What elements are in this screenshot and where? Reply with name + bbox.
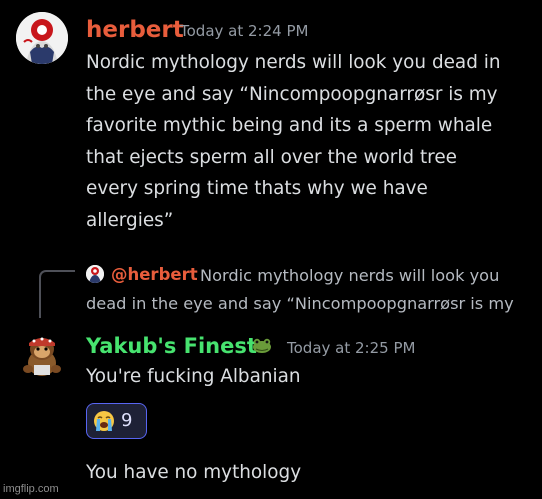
message-line: Nordic mythology nerds will look you dea…	[86, 52, 501, 73]
reaction-button[interactable]: 9	[86, 403, 147, 439]
timestamp: Today at 2:25 PM	[287, 339, 416, 357]
reply-preview-text[interactable]: dead in the eye and say “Nincompoopgnarr…	[86, 291, 514, 317]
frog-icon	[251, 336, 273, 354]
reply-mention[interactable]: @herbert	[111, 262, 198, 288]
message-body: You're fucking Albanian	[86, 366, 301, 387]
reply-avatar-herbert-icon	[86, 265, 104, 283]
timestamp: Today at 2:24 PM	[180, 22, 309, 40]
message-body: Nordic mythology nerds will look you dea…	[86, 47, 531, 236]
message-body: You have no mythology	[86, 462, 302, 483]
avatar-herbert-icon[interactable]	[16, 12, 68, 64]
avatar-yakub-icon[interactable]	[16, 327, 68, 379]
imgflip-watermark: imgflip.com	[3, 483, 59, 495]
message-line: the eye and say “Nincompoopgnarrøsr is m…	[86, 83, 498, 105]
username-yakub[interactable]: Yakub's Finest	[86, 331, 257, 361]
message-line: every spring time thats why we have	[86, 178, 428, 199]
message-line: that ejects sperm all over the world tre…	[86, 146, 457, 168]
loudly-crying-face-icon	[92, 409, 116, 433]
reaction-count: 9	[121, 410, 133, 431]
message-line: favorite mythic being and its a sperm wh…	[86, 115, 493, 136]
username-herbert[interactable]: herbert	[86, 14, 184, 46]
message-line: allergies”	[86, 209, 174, 231]
reply-preview-text[interactable]: Nordic mythology nerds will look you	[200, 263, 499, 289]
reply-spine	[39, 270, 75, 318]
